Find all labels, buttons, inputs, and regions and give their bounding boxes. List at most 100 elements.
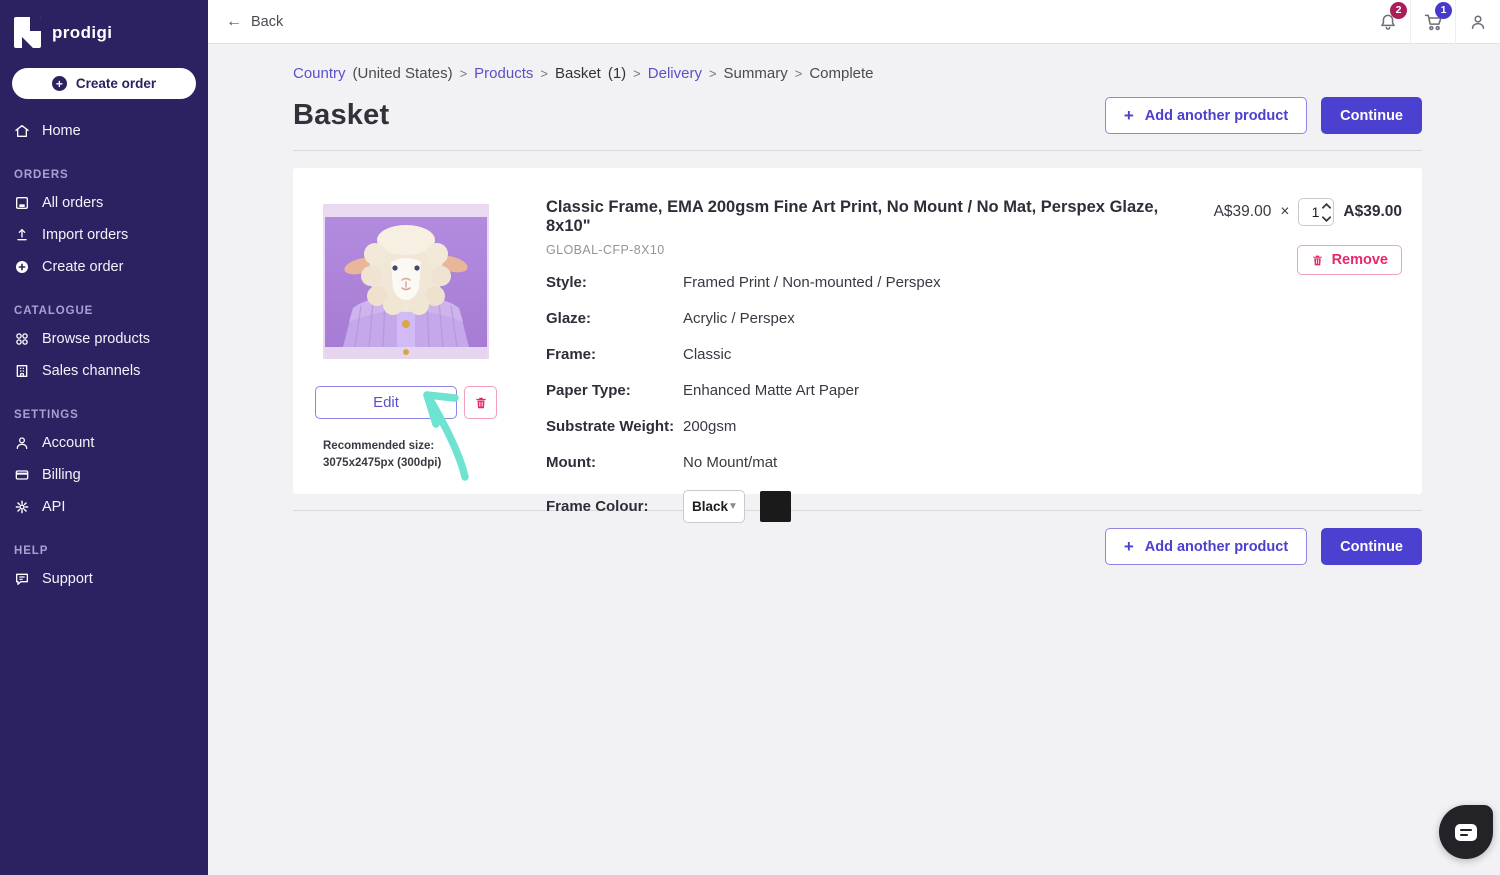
edit-image-button[interactable]: Edit (315, 386, 457, 419)
frame-colour-selected: Black (692, 499, 728, 514)
total-price: A$39.00 (1343, 203, 1402, 221)
detail-label: Mount: (546, 454, 683, 471)
sidebar-item-import-orders[interactable]: Import orders (0, 219, 208, 251)
prodigi-logo-icon (14, 17, 41, 48)
detail-label: Substrate Weight: (546, 418, 683, 435)
detail-value: No Mount/mat (683, 454, 777, 471)
breadcrumb-complete: Complete (809, 65, 873, 82)
chevron-up-icon (1322, 203, 1331, 209)
detail-value: Framed Print / Non-mounted / Perspex (683, 274, 941, 291)
notifications-badge: 2 (1390, 2, 1407, 19)
detail-row-style: Style: Framed Print / Non-mounted / Pers… (546, 274, 1187, 291)
plus-circle-icon: + (52, 76, 67, 91)
chat-icon (1455, 824, 1477, 841)
section-title-settings: SETTINGS (0, 387, 208, 427)
sidebar-item-label: Home (42, 123, 81, 139)
create-order-button[interactable]: + Create order (12, 68, 196, 99)
detail-row-substrate-weight: Substrate Weight: 200gsm (546, 418, 1187, 435)
quantity-decrement-button[interactable] (1319, 212, 1333, 225)
storefront-icon (14, 363, 30, 379)
sidebar-item-label: Billing (42, 467, 81, 483)
cart-button[interactable]: 1 (1410, 0, 1455, 44)
breadcrumb-separator: > (795, 66, 803, 81)
sidebar-item-label: Import orders (42, 227, 128, 243)
topbar: ← Back 2 1 (208, 0, 1500, 44)
trash-icon (474, 396, 488, 410)
sidebar-item-sales-channels[interactable]: Sales channels (0, 355, 208, 387)
detail-row-frame: Frame: Classic (546, 346, 1187, 363)
back-arrow-icon: ← (226, 13, 242, 31)
recommended-size: Recommended size: 3075x2475px (300dpi) (323, 438, 505, 473)
add-another-product-label: Add another product (1145, 539, 1288, 555)
brand-logo[interactable]: prodigi (0, 0, 208, 62)
breadcrumb-delivery-link[interactable]: Delivery (648, 65, 702, 82)
grid-icon (14, 331, 30, 347)
remove-label: Remove (1332, 252, 1388, 268)
delete-image-button[interactable] (464, 386, 497, 419)
upload-icon (14, 227, 30, 243)
sidebar-item-home[interactable]: Home (0, 115, 208, 147)
sidebar-item-label: Create order (42, 259, 123, 275)
section-title-catalogue: CATALOGUE (0, 283, 208, 323)
detail-value: 200gsm (683, 418, 736, 435)
unit-price: A$39.00 (1214, 203, 1272, 221)
sidebar-item-billing[interactable]: Billing (0, 459, 208, 491)
price-row: A$39.00 × A$39.00 (1214, 198, 1402, 226)
continue-button[interactable]: Continue (1321, 97, 1422, 134)
plus-icon: + (1124, 106, 1134, 126)
breadcrumb-basket-count: (1) (608, 65, 626, 82)
chat-launcher-button[interactable] (1439, 805, 1493, 859)
breadcrumb-products-link[interactable]: Products (474, 65, 533, 82)
basket-item-card: Edit Recommended size: 3075x2475px (300d… (293, 168, 1422, 494)
orders-icon (14, 195, 30, 211)
continue-button-bottom[interactable]: Continue (1321, 528, 1422, 565)
sidebar: prodigi + Create order Home ORDERS All o… (0, 0, 208, 875)
notifications-button[interactable]: 2 (1365, 0, 1410, 44)
detail-label: Frame Colour: (546, 498, 683, 515)
add-another-product-label: Add another product (1145, 108, 1288, 124)
sidebar-item-support[interactable]: Support (0, 563, 208, 595)
sidebar-item-account[interactable]: Account (0, 427, 208, 459)
breadcrumb-separator: > (633, 66, 641, 81)
sidebar-item-api[interactable]: API (0, 491, 208, 523)
sidebar-item-browse-products[interactable]: Browse products (0, 323, 208, 355)
section-title-help: HELP (0, 523, 208, 563)
frame-colour-swatch (760, 491, 791, 522)
back-button[interactable]: ← Back (208, 13, 301, 31)
product-title: Classic Frame, EMA 200gsm Fine Art Print… (546, 198, 1187, 236)
breadcrumb-country-value: (United States) (353, 65, 453, 82)
chevron-down-icon (1322, 216, 1331, 222)
sidebar-item-label: Support (42, 571, 93, 587)
add-another-product-button-bottom[interactable]: + Add another product (1105, 528, 1307, 565)
detail-value: Acrylic / Perspex (683, 310, 795, 327)
account-menu-button[interactable] (1455, 0, 1500, 44)
plus-circle-icon (14, 259, 30, 275)
detail-row-frame-colour: Frame Colour: Black ▼ (546, 490, 1187, 523)
credit-card-icon (14, 467, 30, 483)
user-icon (14, 435, 30, 451)
cart-badge: 1 (1435, 2, 1452, 19)
sidebar-item-label: Sales channels (42, 363, 140, 379)
detail-value: Classic (683, 346, 731, 363)
breadcrumb-country-link[interactable]: Country (293, 65, 346, 82)
detail-label: Glaze: (546, 310, 683, 327)
detail-row-mount: Mount: No Mount/mat (546, 454, 1187, 471)
detail-label: Frame: (546, 346, 683, 363)
sidebar-item-create-order[interactable]: Create order (0, 251, 208, 283)
add-another-product-button[interactable]: + Add another product (1105, 97, 1307, 134)
sidebar-item-label: All orders (42, 195, 103, 211)
quantity-input[interactable] (1299, 204, 1319, 220)
recommended-size-value: 3075x2475px (300dpi) (323, 455, 505, 472)
product-sku: GLOBAL-CFP-8X10 (546, 243, 1187, 257)
detail-row-glaze: Glaze: Acrylic / Perspex (546, 310, 1187, 327)
chat-bubble-icon (14, 571, 30, 587)
sidebar-item-all-orders[interactable]: All orders (0, 187, 208, 219)
home-icon (14, 123, 30, 139)
remove-item-button[interactable]: Remove (1297, 245, 1402, 275)
sidebar-item-label: API (42, 499, 65, 515)
quantity-stepper[interactable] (1298, 198, 1334, 226)
quantity-increment-button[interactable] (1319, 199, 1333, 212)
breadcrumb-separator: > (540, 66, 548, 81)
sidebar-item-label: Browse products (42, 331, 150, 347)
frame-colour-select[interactable]: Black ▼ (683, 490, 745, 523)
